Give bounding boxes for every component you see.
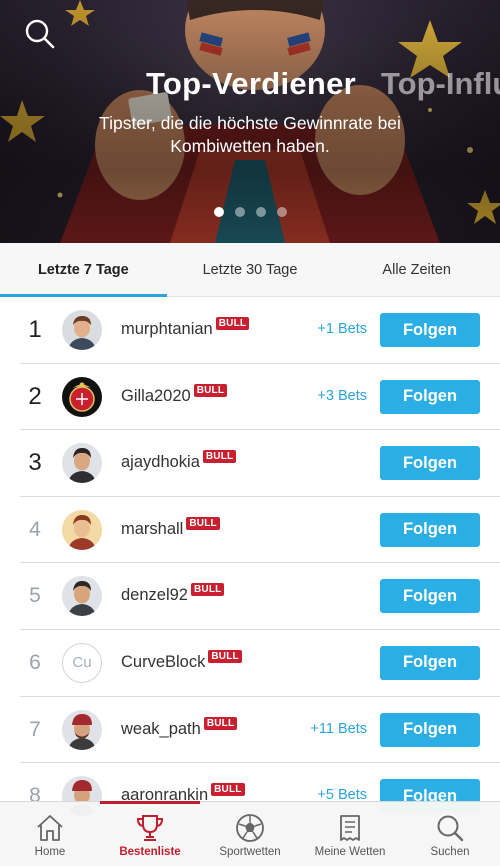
leaderboard-list: 1 murphtanian BULL +1 Bets Folgen 2 Gilla…	[0, 297, 500, 830]
hero-title: Top-Verdiener	[146, 66, 357, 101]
bull-badge: BULL	[190, 583, 225, 597]
rank-number: 4	[29, 517, 41, 541]
username[interactable]: denzel92 BULL	[121, 583, 225, 605]
leaderboard-row[interactable]: 7 weak_path BULL +11 Bets Folgen	[20, 697, 500, 764]
follow-button[interactable]: Folgen	[380, 712, 480, 747]
bets-count[interactable]: +3 Bets	[317, 388, 367, 404]
avatar-initials[interactable]: Cu	[62, 642, 102, 683]
carousel-dot[interactable]	[276, 207, 287, 217]
follow-button[interactable]: Folgen	[380, 379, 480, 414]
rank-number: 7	[29, 717, 41, 741]
nav-label: Bestenliste	[119, 846, 181, 858]
follow-button[interactable]: Folgen	[380, 645, 480, 680]
bottom-navigation: Home Bestenliste Sportwetten Meine Wette…	[0, 801, 500, 866]
nav-sports-betting[interactable]: Sportwetten	[200, 802, 300, 866]
bull-badge: BULL	[211, 783, 245, 797]
username-text: ajaydhokia	[121, 453, 200, 472]
username-text: weak_path	[121, 719, 201, 738]
tab-last-7-days[interactable]: Letzte 7 Tage	[0, 243, 167, 297]
follow-button[interactable]: Folgen	[380, 512, 480, 547]
nav-label: Home	[34, 846, 66, 858]
hero-banner[interactable]: Top-Verdiener Top-Influ Tipster, die die…	[0, 0, 500, 243]
rank-number: 1	[28, 316, 42, 343]
leaderboard-row[interactable]: 5 denzel92 BULL Folgen	[20, 563, 500, 630]
carousel-dot[interactable]	[234, 207, 245, 217]
bull-badge: BULL	[202, 450, 237, 464]
search-button[interactable]	[24, 18, 56, 50]
search-icon	[437, 815, 464, 842]
bets-count[interactable]: +1 Bets	[317, 321, 367, 337]
avatar[interactable]	[62, 576, 102, 617]
hero-subtitle: Tipster, die die höchste Gewinnrate bei …	[99, 113, 401, 156]
avatar[interactable]	[62, 443, 102, 484]
bull-badge: BULL	[193, 383, 228, 397]
avatar[interactable]	[62, 376, 102, 417]
username[interactable]: weak_path BULL	[121, 716, 238, 739]
man-icon	[62, 576, 102, 617]
nav-label: Meine Wetten	[314, 846, 386, 858]
username[interactable]: Gilla2020 BULL	[121, 383, 228, 406]
leaderboard-row[interactable]: 1 murphtanian BULL +1 Bets Folgen	[20, 297, 500, 364]
follow-button[interactable]: Folgen	[380, 446, 480, 481]
carousel-dots	[0, 207, 500, 217]
period-tabs: Letzte 7 Tage Letzte 30 Tage Alle Zeiten	[0, 243, 500, 297]
follow-button[interactable]: Folgen	[380, 313, 480, 347]
home-icon	[37, 815, 63, 841]
carousel-dot[interactable]	[255, 207, 266, 217]
nav-my-bets[interactable]: Meine Wetten	[300, 802, 400, 866]
username-text: murphtanian	[121, 320, 213, 338]
follow-button[interactable]: Folgen	[380, 579, 480, 614]
avatar[interactable]	[62, 509, 102, 550]
username-text: Gilla2020	[121, 386, 191, 405]
bet-slip-icon	[340, 815, 360, 841]
bull-badge: BULL	[186, 516, 220, 530]
bets-count[interactable]: +11 Bets	[310, 721, 367, 737]
bull-badge: BULL	[215, 317, 250, 330]
rank-number: 5	[29, 584, 41, 608]
man-icon	[62, 310, 102, 350]
rank-number: 3	[28, 449, 42, 477]
nav-label: Sportwetten	[219, 846, 281, 858]
club-crest-icon	[62, 376, 102, 417]
search-icon	[25, 19, 55, 49]
rank-number: 6	[29, 650, 41, 674]
soccer-ball-icon	[236, 814, 264, 842]
username-text: denzel92	[121, 586, 188, 605]
nav-label: Suchen	[430, 846, 470, 858]
username[interactable]: CurveBlock BULL	[121, 649, 242, 672]
username-text: marshall	[121, 519, 184, 538]
hero-next-title[interactable]: Top-Influ	[381, 66, 500, 102]
tab-all-time[interactable]: Alle Zeiten	[333, 243, 500, 296]
leaderboard-row[interactable]: 4 marshall BULL Folgen	[20, 497, 500, 564]
nav-leaderboard[interactable]: Bestenliste	[100, 801, 200, 866]
carousel-dot[interactable]	[213, 207, 224, 217]
username[interactable]: ajaydhokia BULL	[121, 450, 237, 472]
trophy-icon	[136, 815, 164, 841]
nav-search[interactable]: Suchen	[400, 802, 500, 866]
man-icon	[62, 709, 102, 750]
bull-badge: BULL	[203, 716, 238, 730]
leaderboard-row[interactable]: 3 ajaydhokia BULL Folgen	[20, 430, 500, 497]
leaderboard-row[interactable]: 2 Gilla2020 BULL +3 Bets Folgen	[20, 364, 500, 431]
leaderboard-row[interactable]: 6 Cu CurveBlock BULL Folgen	[20, 630, 500, 697]
rank-number: 2	[28, 382, 42, 410]
username-text: CurveBlock	[121, 652, 206, 671]
man-icon	[62, 443, 102, 484]
avatar[interactable]	[62, 310, 102, 350]
bull-badge: BULL	[208, 649, 242, 663]
username[interactable]: murphtanian BULL	[121, 317, 250, 339]
nav-home[interactable]: Home	[0, 802, 100, 866]
man-icon	[62, 509, 102, 550]
avatar[interactable]	[62, 709, 102, 750]
username[interactable]: marshall BULL	[121, 516, 220, 539]
tab-last-30-days[interactable]: Letzte 30 Tage	[167, 243, 334, 296]
